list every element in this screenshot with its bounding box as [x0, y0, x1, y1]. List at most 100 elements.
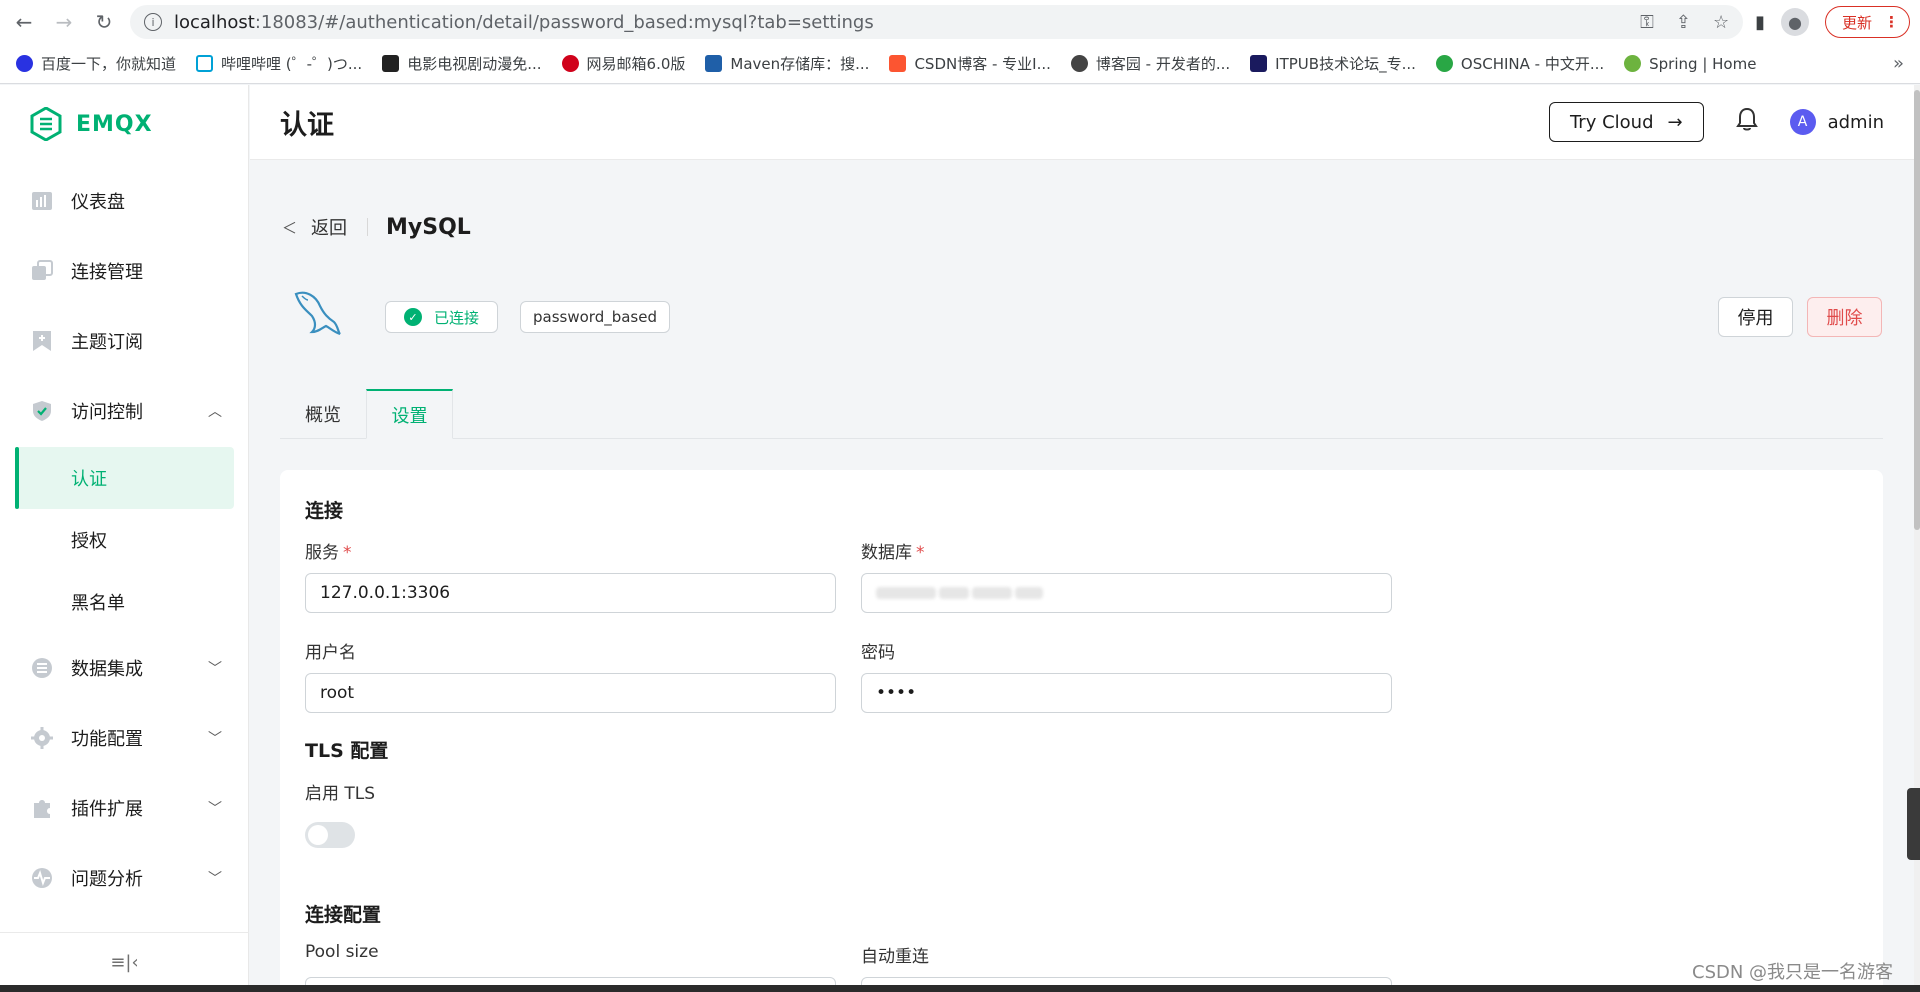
arrow-right-icon: →: [1667, 111, 1683, 133]
csdn-icon: [889, 55, 907, 72]
tls-section-title: TLS 配置: [305, 740, 389, 762]
bookmark-item[interactable]: 博客园 - 开发者的...: [1070, 53, 1230, 74]
tab-settings[interactable]: 设置: [366, 389, 453, 439]
sidebar-item-label: 插件扩展: [71, 799, 143, 820]
bell-icon[interactable]: [1735, 107, 1758, 137]
tab-overview[interactable]: 概览: [280, 389, 366, 439]
database-input[interactable]: [861, 573, 1392, 613]
disable-label: 停用: [1737, 308, 1774, 329]
tls-toggle[interactable]: [305, 822, 355, 848]
diagnose-icon: [31, 867, 53, 889]
sidebar-item-dashboard[interactable]: 仪表盘: [15, 170, 234, 232]
avatar: A: [1789, 109, 1816, 135]
disable-button[interactable]: 停用: [1718, 297, 1793, 337]
bookmark-item[interactable]: Maven存储库：搜...: [705, 53, 869, 74]
service-input[interactable]: 127.0.0.1:3306: [305, 573, 836, 613]
watermark: CSDN @我只是一名游客: [1692, 962, 1894, 983]
status-text: 已连接: [434, 308, 480, 327]
chevron-down-icon: ﹀: [208, 801, 222, 817]
collapse-sidebar-icon[interactable]: ≡|‹: [0, 932, 249, 992]
browser-toolbar: ← → ↻ i localhost:18083/#/authentication…: [0, 0, 1920, 44]
sidebar-item-label: 数据集成: [71, 659, 143, 680]
spring-icon: [1624, 55, 1642, 72]
connection-config-title: 连接配置: [305, 904, 382, 926]
check-circle-icon: ✓: [404, 308, 422, 326]
sidebar-item-data-integration[interactable]: 数据集成 ﹀: [15, 637, 234, 699]
side-widget[interactable]: [1907, 788, 1920, 860]
auto-reconnect-label: 自动重连: [861, 947, 929, 967]
sidebar-item-label: 主题订阅: [71, 332, 143, 353]
sidebar-item-label: 问题分析: [71, 869, 143, 890]
kebab-menu-icon: ⋮: [1884, 13, 1899, 31]
profile-icon[interactable]: ●: [1780, 8, 1809, 36]
subscription-icon: [31, 330, 53, 352]
taskbar-strip: [0, 985, 1920, 992]
bookmarks-bar: 百度一下，你就知道 哔哩哔哩 (゜-゜)つ... 电影电视剧动漫免... 网易邮…: [0, 44, 1920, 84]
cnblogs-icon: [1070, 55, 1088, 72]
oschina-icon: [1435, 55, 1453, 72]
sidebar-item-label: 认证: [71, 469, 107, 490]
sidebar-item-access-control[interactable]: 访问控制 ︿: [15, 380, 234, 442]
tab-label: 设置: [391, 405, 428, 427]
tag-text: password_based: [533, 308, 657, 326]
chevron-down-icon: ﹀: [208, 731, 222, 747]
sidebar-item-subscriptions[interactable]: 主题订阅: [15, 310, 234, 372]
sidebar-item-configuration[interactable]: 功能配置 ﹀: [15, 707, 234, 769]
sidebar-item-connections[interactable]: 连接管理: [15, 240, 234, 302]
sidebar-item-blacklist[interactable]: 黑名单: [15, 571, 234, 633]
share-icon[interactable]: ⇪: [1676, 12, 1691, 33]
logo[interactable]: EMQX: [0, 85, 248, 163]
forward-arrow-icon[interactable]: →: [50, 8, 78, 36]
sidebar-item-plugins[interactable]: 插件扩展 ﹀: [15, 777, 234, 839]
shield-check-icon: [31, 400, 53, 422]
sidebar-item-authentication[interactable]: 认证: [15, 447, 234, 509]
pool-size-label: Pool size: [305, 942, 379, 962]
chevron-left-icon[interactable]: ＜: [282, 217, 297, 238]
reload-icon[interactable]: ↻: [90, 8, 118, 36]
tab-label: 概览: [305, 405, 341, 426]
password-label: 密码: [861, 643, 895, 663]
tab-bar: 概览 设置: [280, 389, 1883, 439]
movie-site-icon: [382, 55, 400, 72]
address-bar[interactable]: i localhost:18083/#/authentication/detai…: [130, 5, 1744, 39]
update-label: 更新: [1841, 13, 1872, 32]
try-cloud-button[interactable]: Try Cloud →: [1548, 102, 1704, 142]
bookmark-item[interactable]: ITPUB技术论坛_专...: [1250, 53, 1416, 74]
itpub-icon: [1250, 55, 1268, 72]
key-icon[interactable]: ⚿: [1640, 12, 1654, 33]
sidebar-item-label: 仪表盘: [71, 192, 125, 213]
puzzle-icon: [31, 797, 53, 819]
info-icon[interactable]: i: [144, 13, 162, 31]
bookmark-item[interactable]: 百度一下，你就知道: [16, 53, 176, 74]
chevron-down-icon: ﹀: [208, 661, 222, 677]
bilibili-icon: [196, 55, 214, 72]
user-menu[interactable]: A admin: [1789, 109, 1884, 135]
side-panel-icon[interactable]: ▮: [1755, 12, 1765, 33]
maven-icon: [705, 55, 723, 72]
username-input[interactable]: root: [305, 673, 836, 713]
mechanism-tag: password_based: [520, 301, 670, 333]
username: admin: [1827, 111, 1884, 133]
update-button[interactable]: 更新 ⋮: [1824, 6, 1910, 38]
bookmark-item[interactable]: Spring | Home: [1624, 55, 1756, 73]
bookmark-item[interactable]: 哔哩哔哩 (゜-゜)つ...: [196, 53, 362, 74]
bookmark-item[interactable]: 电影电视剧动漫免...: [382, 53, 542, 74]
sidebar-item-label: 授权: [71, 531, 107, 552]
bookmark-item[interactable]: 网易邮箱6.0版: [561, 53, 685, 74]
more-bookmarks-icon[interactable]: »: [1893, 53, 1904, 74]
bookmark-item[interactable]: CSDN博客 - 专业I...: [889, 53, 1051, 74]
password-input[interactable]: ••••: [861, 673, 1392, 713]
bookmark-item[interactable]: OSCHINA - 中文开...: [1435, 53, 1604, 74]
back-arrow-icon[interactable]: ←: [10, 8, 38, 36]
back-link[interactable]: 返回: [311, 214, 347, 240]
redacted-value: [876, 587, 1043, 599]
divider: [367, 218, 369, 236]
sidebar-item-authorization[interactable]: 授权: [15, 509, 234, 571]
star-icon[interactable]: ☆: [1713, 12, 1729, 33]
delete-button[interactable]: 删除: [1807, 297, 1882, 337]
scrollbar-thumb[interactable]: [1914, 90, 1920, 530]
baidu-icon: [16, 55, 33, 72]
delete-label: 删除: [1826, 308, 1863, 329]
sidebar-item-label: 功能配置: [71, 729, 143, 750]
sidebar-item-diagnose[interactable]: 问题分析 ﹀: [15, 847, 234, 909]
